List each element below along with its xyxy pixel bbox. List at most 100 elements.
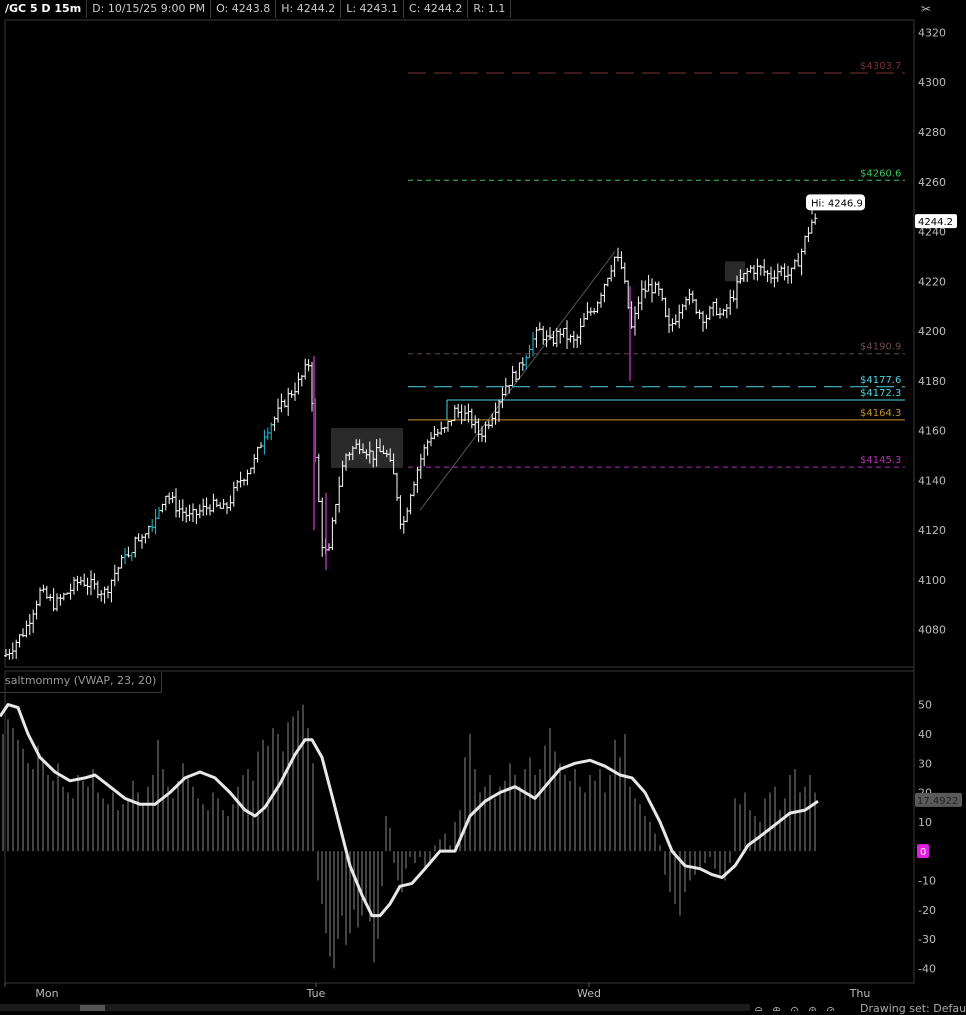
candle — [704, 314, 709, 329]
candle — [296, 372, 301, 395]
candle — [408, 493, 413, 515]
price-level-label: $4164.3 — [860, 408, 901, 419]
close-readout: C: 4244.2 — [404, 0, 469, 18]
price-tick-label: 4100 — [918, 574, 946, 587]
candle — [456, 403, 461, 418]
candle — [150, 519, 155, 532]
candle — [208, 504, 212, 516]
candle — [174, 488, 178, 518]
price-level-label: $4177.6 — [860, 375, 901, 386]
candle — [653, 281, 658, 294]
candle — [401, 516, 406, 534]
trend-line — [419, 251, 616, 511]
study-tick-label: -30 — [918, 933, 936, 946]
high-readout: H: 4244.2 — [276, 0, 342, 18]
price-tick-label: 4280 — [918, 126, 946, 139]
candle — [279, 393, 284, 413]
candle — [112, 564, 117, 587]
candle — [527, 344, 532, 359]
candle — [503, 377, 508, 396]
candle — [31, 609, 36, 633]
low-readout: L: 4243.1 — [341, 0, 405, 18]
toolbar-icon: ⊕ — [772, 1004, 781, 1011]
price-tick-label: 4080 — [918, 624, 946, 637]
candle — [500, 387, 505, 409]
candle — [201, 498, 206, 516]
zero-tag: 0 — [920, 847, 926, 858]
candle — [775, 263, 780, 283]
last-price-tag: 4244.2 — [918, 217, 953, 228]
candle — [17, 634, 22, 648]
crosshair-icon[interactable]: ✂ — [921, 2, 931, 16]
candle — [228, 495, 233, 511]
candle — [697, 309, 702, 320]
candle — [469, 408, 474, 429]
candle — [769, 266, 773, 284]
candle — [551, 330, 556, 347]
candle — [636, 296, 641, 320]
study-tick-label: -20 — [918, 904, 936, 917]
candle — [34, 600, 39, 620]
symbol-label[interactable]: /GC 5 D 15m — [0, 0, 88, 18]
price-tick-label: 4220 — [918, 275, 946, 288]
range-readout: R: 1.1 — [468, 0, 512, 18]
candle — [116, 566, 121, 582]
candle — [126, 546, 131, 558]
price-tick-label: 4320 — [918, 26, 946, 39]
candle — [789, 267, 794, 284]
consolidation-box — [331, 428, 403, 468]
candle — [718, 307, 722, 319]
candle — [289, 390, 294, 398]
candle — [262, 429, 267, 455]
candle — [711, 301, 716, 317]
candle — [163, 495, 168, 511]
candle — [622, 262, 627, 284]
candle — [782, 263, 787, 281]
price-level-label: $4260.6 — [860, 168, 901, 179]
date-readout: D: 10/15/25 9:00 PM — [87, 0, 212, 18]
candle — [177, 499, 182, 518]
candle — [429, 432, 433, 447]
price-tick-label: 4300 — [918, 76, 946, 89]
price-level-label: $4145.3 — [860, 455, 901, 466]
price-tick-label: 4200 — [918, 325, 946, 338]
price-tick-label: 4140 — [918, 474, 946, 487]
candle — [762, 259, 767, 277]
candle — [333, 503, 338, 525]
toolbar-icon: ⊘ — [826, 1004, 835, 1011]
candle — [214, 498, 219, 508]
candle — [643, 280, 648, 299]
candle — [752, 265, 756, 280]
candle — [225, 502, 229, 515]
candle — [633, 306, 637, 336]
candle — [99, 590, 104, 602]
candle — [765, 270, 770, 283]
scrollbar-thumb — [80, 1005, 105, 1011]
candle — [337, 476, 342, 513]
toolbar-icon: ⊙ — [790, 1004, 799, 1011]
candle — [89, 570, 93, 596]
candle — [755, 258, 760, 281]
candle — [684, 296, 688, 311]
drawing-set-label[interactable]: Drawing set: Default — [860, 1002, 966, 1015]
x-axis-label: Mon — [35, 987, 58, 1000]
candle — [316, 453, 321, 503]
candle — [191, 503, 195, 523]
candle — [109, 579, 114, 603]
candle — [459, 404, 464, 425]
open-readout: O: 4243.8 — [211, 0, 277, 18]
price-tick-label: 4160 — [918, 425, 946, 438]
candle — [585, 302, 590, 320]
candle — [276, 398, 280, 423]
candle — [667, 308, 671, 333]
candle — [558, 328, 563, 344]
candle — [242, 478, 246, 486]
study-title[interactable]: saltmommy (VWAP, 23, 20) — [0, 672, 163, 693]
candle — [561, 327, 566, 338]
study-tick-label: -10 — [918, 874, 936, 887]
price-panel-frame — [4, 19, 915, 668]
candle — [194, 508, 199, 525]
x-axis-label: Wed — [577, 987, 601, 1000]
candle — [204, 497, 209, 516]
candle — [582, 312, 586, 327]
